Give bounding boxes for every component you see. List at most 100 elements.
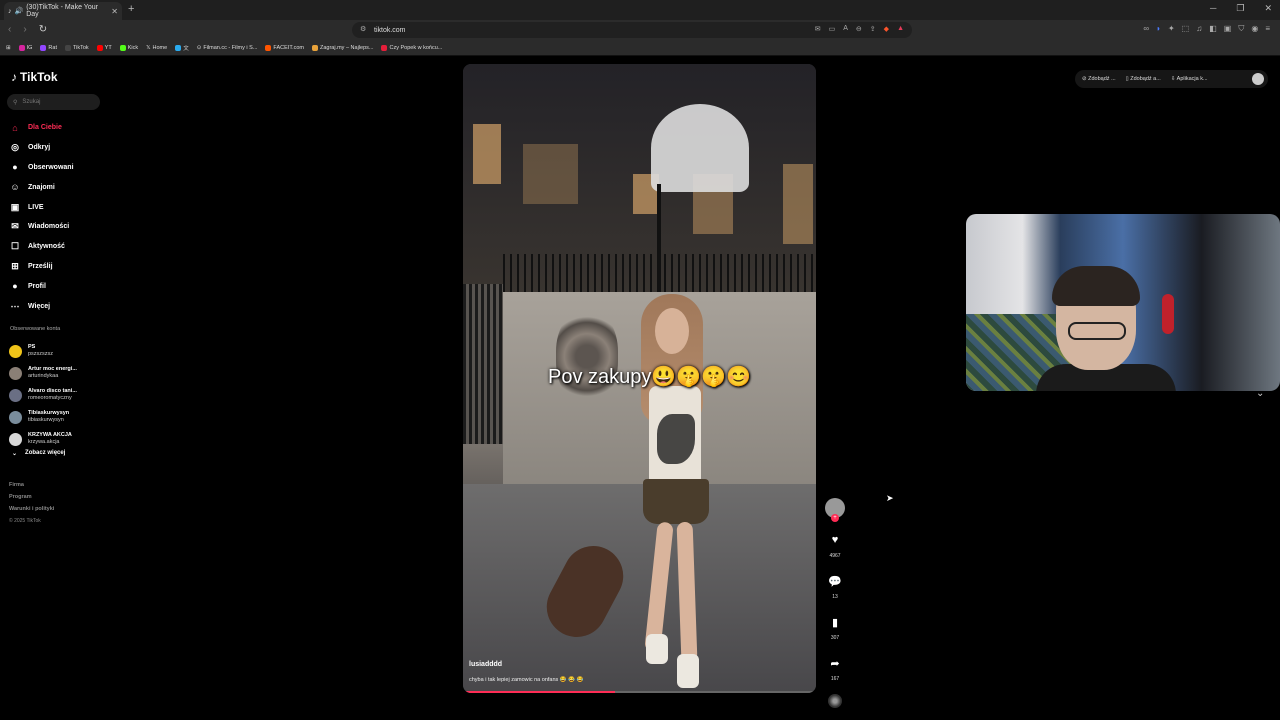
- follow-plus-icon[interactable]: +: [831, 514, 839, 522]
- footer-link-terms[interactable]: Warunki i polityki: [9, 503, 54, 515]
- cast-icon[interactable]: ▭: [829, 25, 836, 33]
- sidebar-item-label: LIVE: [28, 203, 44, 211]
- restore-icon[interactable]: ❐: [1236, 3, 1244, 14]
- following-account[interactable]: Alvaro disco tani... romeoromatyczny: [9, 384, 77, 406]
- brave-shield-icon[interactable]: ◆: [884, 25, 889, 33]
- author-avatar[interactable]: +: [825, 498, 845, 522]
- get-app-button[interactable]: ▯ Zdobądź a...: [1126, 76, 1161, 82]
- comment-icon[interactable]: 💬: [823, 571, 847, 591]
- person-top-print: [657, 414, 695, 464]
- account-handle: romeoromatyczny: [28, 395, 72, 401]
- back-icon[interactable]: ‹: [8, 24, 11, 35]
- bookmark-4[interactable]: Kick: [119, 44, 138, 51]
- window-close-icon[interactable]: ✕: [1264, 3, 1272, 14]
- sidebar-item-7[interactable]: ⊞ Prześlij: [9, 257, 74, 277]
- video-player[interactable]: Pov zakupy😃🤫🤫😊 lusiadddd chyba i tak lep…: [463, 64, 816, 693]
- sidebar-item-label: Profil: [28, 282, 46, 290]
- account-avatar: [9, 410, 22, 424]
- speaker-icon[interactable]: 🔊: [15, 7, 24, 15]
- following-account[interactable]: PS pszszszsz: [9, 340, 77, 362]
- gate: [463, 284, 503, 444]
- account-names: Alvaro disco tani... romeoromatyczny: [28, 388, 77, 402]
- wallet-icon[interactable]: ◗: [1156, 24, 1161, 34]
- account-avatar: [9, 388, 22, 402]
- sidebar-item-9[interactable]: ⋯ Więcej: [9, 296, 74, 316]
- profile-browser-icon[interactable]: ◉: [1251, 24, 1258, 34]
- wallet2-icon[interactable]: ▣: [1224, 24, 1232, 34]
- puzzle-icon[interactable]: ✦: [1168, 24, 1175, 34]
- new-tab-button[interactable]: +: [128, 3, 134, 15]
- save-action[interactable]: ▮ 307: [822, 612, 848, 642]
- bookmark-6[interactable]: 文: [175, 44, 189, 52]
- sidebar-item-6[interactable]: ☐ Aktywność: [9, 237, 74, 257]
- music-disc-icon[interactable]: [828, 694, 842, 708]
- sidebar-item-label: Obserwowani: [28, 163, 74, 171]
- bookmark-1[interactable]: Rat: [40, 44, 57, 51]
- get-coins-button[interactable]: ⊘ Zdobądź ...: [1082, 76, 1116, 82]
- forward-icon[interactable]: ›: [23, 24, 26, 35]
- search-input[interactable]: ⚲ Szukaj: [7, 94, 100, 110]
- bookmark-3[interactable]: YT: [96, 44, 112, 51]
- sidebar-item-2[interactable]: ● Obserwowani: [9, 158, 74, 178]
- bookmark-2[interactable]: TikTok: [64, 44, 89, 51]
- person-skirt: [643, 479, 709, 524]
- share-action[interactable]: ➦ 167: [822, 653, 848, 683]
- bookmark-5[interactable]: 𝕏 Home: [146, 45, 167, 51]
- desktop-app-button[interactable]: ⇩ Aplikacja k...: [1171, 76, 1208, 82]
- bookmark-9[interactable]: Zagraj.my – Najleps...: [311, 44, 373, 51]
- browser-tab[interactable]: ♪ 🔊 (30)TikTok - Make Your Day ✕: [4, 2, 122, 20]
- sidebar-item-4[interactable]: ▣ LIVE: [9, 197, 74, 217]
- bookmark-icon: [381, 44, 388, 51]
- mouse-cursor-icon: ➤: [886, 493, 894, 503]
- video-progress-bar[interactable]: [463, 691, 816, 693]
- zoom-icon[interactable]: ⊖: [856, 25, 862, 33]
- share-icon[interactable]: ⇪: [870, 25, 876, 33]
- mail-icon[interactable]: ✉: [815, 25, 821, 33]
- sidebar-item-3[interactable]: ☺ Znajomi: [9, 177, 74, 197]
- following-account[interactable]: Tibiaskurwysyn tibiaskurwysyn: [9, 406, 77, 428]
- sidebar-item-0[interactable]: ⌂ Dla Ciebie: [9, 118, 74, 138]
- bookmark-icon: [64, 44, 71, 51]
- menu-icon[interactable]: ≡: [1265, 24, 1270, 34]
- person-leg: [676, 521, 698, 663]
- bookmark-0[interactable]: IG: [18, 44, 32, 51]
- chevron-down-icon: ⌄: [12, 451, 18, 457]
- apps-icon[interactable]: ⊞: [6, 45, 11, 51]
- media-icon[interactable]: ♫: [1196, 24, 1202, 34]
- rewards-icon[interactable]: ▲: [897, 25, 904, 33]
- reload-icon[interactable]: ↻: [39, 24, 47, 35]
- sidebar-item-5[interactable]: ✉ Wiadomości: [9, 217, 74, 237]
- see-more-button[interactable]: ⌄ Zobacz więcej: [12, 450, 65, 457]
- account-handle: krzywa.akcja: [28, 439, 60, 445]
- sidebar-toggle-icon[interactable]: ◧: [1209, 24, 1217, 34]
- save-count: 307: [830, 635, 840, 641]
- bookmark-8[interactable]: FACEIT.com: [265, 44, 304, 51]
- like-action[interactable]: ♥ 4967: [822, 530, 848, 559]
- following-account[interactable]: Artur moc energi... arturindykaa: [9, 362, 77, 384]
- site-info-icon[interactable]: ⚙: [360, 25, 366, 33]
- heart-icon[interactable]: ♥: [823, 530, 847, 550]
- tiktok-logo[interactable]: ♪ TikTok: [11, 70, 58, 84]
- footer-link-firma[interactable]: Firma: [9, 479, 54, 491]
- sidebar-item-8[interactable]: ● Profil: [9, 276, 74, 296]
- footer-link-program[interactable]: Program: [9, 491, 54, 503]
- vpn-icon[interactable]: ∞: [1143, 24, 1149, 34]
- translate-icon[interactable]: A: [843, 25, 848, 33]
- bookmark-icon[interactable]: ▮: [823, 612, 847, 632]
- comment-action[interactable]: 💬 13: [822, 571, 848, 601]
- address-bar[interactable]: ⚙ tiktok.com ✉ ▭ A ⊖ ⇪ ◆ ▲: [352, 22, 912, 38]
- sidebar-item-1[interactable]: ◎ Odkryj: [9, 138, 74, 158]
- fence: [503, 254, 816, 294]
- bookmark-10[interactable]: Czy Popek w końcu...: [381, 44, 442, 51]
- shield2-icon[interactable]: ⛉: [1238, 24, 1244, 34]
- tab-close-icon[interactable]: ✕: [111, 7, 118, 16]
- video-author[interactable]: lusiadddd: [469, 661, 502, 668]
- minimize-icon[interactable]: ─: [1210, 3, 1216, 14]
- user-avatar[interactable]: [1252, 73, 1264, 85]
- share-arrow-icon[interactable]: ➦: [823, 653, 847, 673]
- scroll-down-chevron-icon[interactable]: ⌄: [1256, 388, 1264, 399]
- following-account[interactable]: KRZYWA AKCJA krzywa.akcja: [9, 428, 77, 450]
- extensions-icon[interactable]: ⬚: [1182, 24, 1190, 34]
- copyright: © 2025 TikTok: [9, 518, 41, 524]
- bookmark-7[interactable]: ⊙ Filman.cc - Filmy i S...: [197, 45, 258, 51]
